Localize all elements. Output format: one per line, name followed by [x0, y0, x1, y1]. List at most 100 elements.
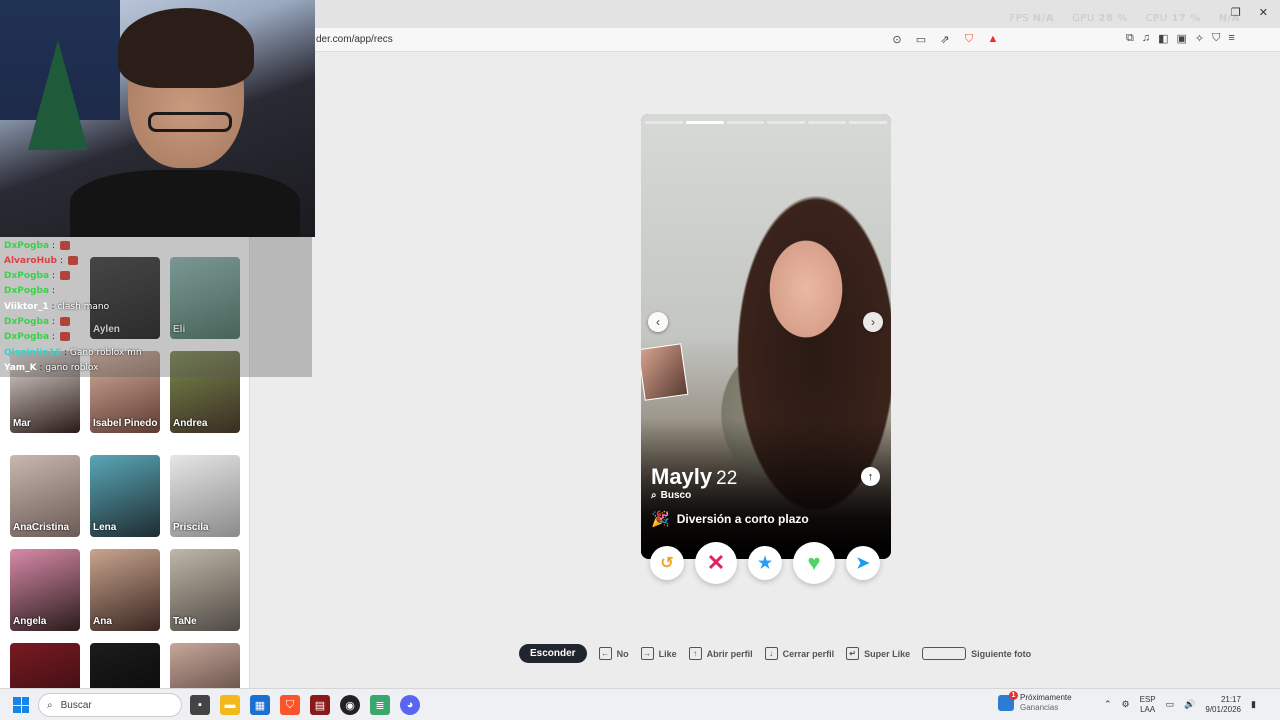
notepad-icon[interactable]: ≣ — [370, 695, 390, 715]
obs-icon[interactable]: ◉ — [340, 695, 360, 715]
match-card[interactable]: Angela — [10, 549, 80, 631]
store-icon[interactable]: ▦ — [250, 695, 270, 715]
profile-card[interactable]: ‹ › Mayly 22 ↑ ⌕ Busco 🎉 Diversión a cort… — [641, 114, 891, 559]
photo-progress-segment — [726, 121, 765, 124]
match-card[interactable]: Lena — [90, 455, 160, 537]
previous-photo-button[interactable]: ‹ — [648, 312, 668, 332]
profile-name-row: Mayly 22 — [651, 464, 737, 490]
cast-icon[interactable]: ▭ — [914, 32, 928, 46]
star-icon: ★ — [757, 555, 773, 572]
chat-user: DxPogba — [4, 271, 50, 281]
media-icon[interactable]: ♫ — [1142, 32, 1150, 45]
brave-browser-icon[interactable]: ⛉ — [280, 695, 300, 715]
photo-progress-segment — [808, 121, 847, 124]
clock-time: 21:17 — [1220, 695, 1241, 704]
shortcut-no: ← No — [598, 647, 629, 660]
photo-progress-segment — [645, 121, 683, 124]
network-tray-icon[interactable]: ⚙ — [1122, 699, 1130, 710]
brave-shield-icon[interactable]: ⛉ — [962, 32, 976, 46]
nope-button[interactable]: ✕ — [695, 542, 737, 584]
fps-value: N/A — [1032, 13, 1055, 24]
sidebar-icon[interactable]: ◧ — [1158, 32, 1168, 45]
windows-start-icon[interactable] — [13, 697, 29, 713]
match-card[interactable] — [10, 643, 80, 688]
match-card[interactable]: AnaCristina — [10, 455, 80, 537]
leo-icon[interactable]: ✧ — [1195, 32, 1204, 45]
open-profile-button[interactable]: ↑ — [861, 467, 880, 486]
rewind-icon: ↺ — [660, 555, 674, 572]
relationship-intent: 🎉 Diversión a corto plazo — [651, 510, 809, 528]
shortcut-like: → Like — [640, 647, 677, 660]
discord-icon[interactable]: ◕ — [400, 695, 420, 715]
next-photo-button[interactable]: › — [863, 312, 883, 332]
hide-shortcuts-button[interactable]: Esconder — [519, 644, 587, 663]
rewards-icon[interactable]: ▲ — [986, 32, 1000, 46]
share-icon[interactable]: ⇗ — [938, 32, 952, 46]
chevron-up-icon[interactable]: ⌃ — [1104, 699, 1112, 710]
match-name: Isabel Pinedo — [93, 418, 158, 429]
wallet-icon[interactable]: ▣ — [1177, 32, 1187, 45]
chat-user: DxPogba — [4, 286, 50, 296]
search-icon: ⌕ — [47, 699, 53, 711]
match-card[interactable]: Priscila — [170, 455, 240, 537]
match-name: TaNe — [173, 616, 197, 627]
looking-for-row: ⌕ Busco — [651, 490, 691, 501]
webcam-overlay — [0, 0, 315, 237]
match-card[interactable] — [90, 643, 160, 688]
webcam-person-hair — [118, 8, 254, 88]
match-card[interactable]: Ana — [90, 549, 160, 631]
search-icon: ⌕ — [651, 490, 657, 501]
heart-icon: ♥ — [807, 550, 821, 575]
url-field[interactable]: der.com/app/recs — [316, 34, 393, 45]
arrow-right-key-icon: → — [640, 647, 654, 660]
fps-label: FPS — [1009, 13, 1030, 24]
photo-progress-segment — [849, 121, 887, 124]
widgets[interactable]: 1 Próximamente Ganancias — [998, 691, 1072, 714]
file-explorer-icon[interactable]: ▬ — [220, 695, 240, 715]
rewind-button[interactable]: ↺ — [650, 546, 684, 580]
taskbar: ⌕ Buscar ▪ ▬ ▦ ⛉ ▤ ◉ ≣ ◕ 1 Próximamente … — [0, 688, 1280, 720]
match-card[interactable]: TaNe — [170, 549, 240, 631]
restore-icon[interactable]: ❐ — [1231, 6, 1241, 19]
taskbar-search[interactable]: ⌕ Buscar — [38, 693, 182, 717]
chat-line: Qispinlin16 : Gano roblox mn — [4, 348, 142, 358]
window-controls: ❐ ✕ — [1231, 6, 1268, 19]
notifications-icon[interactable]: ▮ — [1251, 699, 1256, 710]
chevron-right-icon: › — [871, 315, 875, 329]
gpu-value: 28 % — [1098, 13, 1128, 24]
menu-icon[interactable]: ≡ — [1228, 32, 1234, 45]
toolbar-icons: ⧉ ♫ ◧ ▣ ✧ ⛉ ≡ — [1126, 32, 1235, 45]
intent-text: Diversión a corto plazo — [676, 512, 809, 526]
monitor-icon[interactable]: ▭ — [1166, 699, 1175, 710]
app-icon[interactable]: ▤ — [310, 695, 330, 715]
volume-icon[interactable]: 🔊 — [1184, 699, 1195, 710]
super-like-button[interactable]: ★ — [748, 546, 782, 580]
glasses-icon — [148, 112, 232, 132]
vpn-icon[interactable]: ⛉ — [1212, 32, 1220, 45]
taskbar-apps: ▪ ▬ ▦ ⛉ ▤ ◉ ≣ ◕ — [190, 695, 420, 715]
boost-button[interactable]: ➤ — [846, 546, 880, 580]
arrow-up-key-icon: ↑ — [688, 647, 702, 660]
match-card[interactable] — [170, 643, 240, 688]
stream-chat: DxPogba : AlvaroHub : DxPogba : DxPogba … — [0, 237, 312, 377]
chat-line: DxPogba : — [4, 286, 55, 296]
match-name: Mar — [13, 418, 31, 429]
photo-progress-segment — [767, 121, 806, 124]
chat-user: Qispinlin16 — [4, 348, 62, 358]
chat-line: Viiktor_1 : clash mano — [4, 302, 110, 312]
like-button[interactable]: ♥ — [793, 542, 835, 584]
clock[interactable]: 21:17 9/01/2026 — [1205, 695, 1241, 714]
screenshot-icon[interactable]: ⧉ — [1126, 32, 1134, 45]
chat-user: DxPogba — [4, 332, 50, 342]
task-view-icon[interactable]: ▪ — [190, 695, 210, 715]
emote-icon — [59, 317, 70, 326]
keyboard-shortcuts: Esconder ← No → Like ↑ Abrir perfil ↓ Cerrar… — [519, 644, 1031, 663]
close-icon[interactable]: ✕ — [1259, 6, 1268, 19]
location-icon[interactable]: ⊙ — [890, 32, 904, 46]
christmas-tree-icon — [28, 40, 88, 150]
chat-user: Yam_K — [4, 363, 37, 373]
match-name: Andrea — [173, 418, 208, 429]
language-indicator[interactable]: ESP LAA — [1140, 695, 1156, 714]
shortcut-label: Abrir perfil — [706, 648, 753, 659]
emote-icon — [59, 332, 70, 341]
